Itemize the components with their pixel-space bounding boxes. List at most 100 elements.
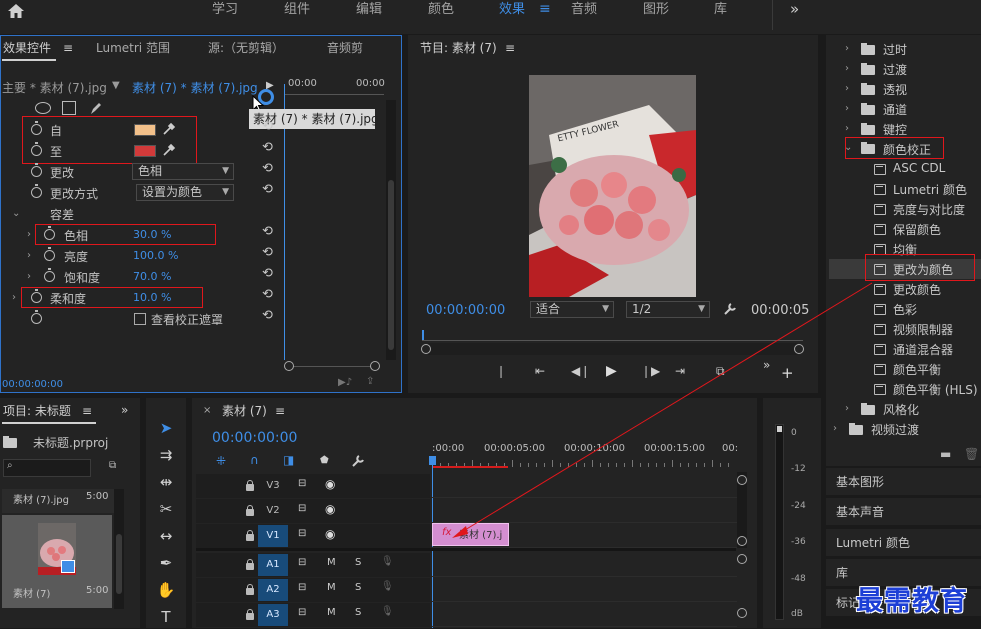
eyedropper-icon[interactable] xyxy=(162,143,176,157)
chevron-down-icon[interactable]: ▼ xyxy=(112,80,120,91)
microphone-icon[interactable]: 🎙 xyxy=(381,581,394,592)
pen-mask-icon[interactable] xyxy=(88,100,104,116)
zoom-handle[interactable] xyxy=(284,361,294,371)
brightness-value[interactable]: 100.0 % xyxy=(133,249,178,262)
reset-icon[interactable]: ⟲ xyxy=(262,224,273,239)
sync-lock-icon[interactable]: ⊟ xyxy=(298,607,306,618)
saturation-value[interactable]: 70.0 % xyxy=(133,270,171,283)
softness-value[interactable]: 10.0 % xyxy=(133,291,171,304)
expand-chevron-icon[interactable]: › xyxy=(833,423,837,434)
program-scrub-track[interactable] xyxy=(422,340,803,341)
stopwatch-icon[interactable] xyxy=(44,247,55,261)
tree-effect-9[interactable]: 通道混合器 xyxy=(893,341,953,358)
scroll-handle[interactable] xyxy=(737,554,747,564)
tree-effect-6[interactable]: 更改颜色 xyxy=(893,281,941,298)
program-playhead[interactable] xyxy=(422,330,424,340)
eyedropper-icon[interactable] xyxy=(162,122,176,136)
tab-source[interactable]: 源:（无剪辑） xyxy=(208,36,284,60)
delete-icon[interactable]: 🗑 xyxy=(964,447,979,461)
tree-folder-2[interactable]: 透视 xyxy=(883,81,907,98)
tab-menu-icon[interactable]: ≡ xyxy=(539,0,551,34)
lock-icon[interactable] xyxy=(246,530,254,541)
track-target-A2[interactable]: A2 xyxy=(258,579,288,601)
stopwatch-icon[interactable] xyxy=(44,268,55,282)
stopwatch-icon[interactable] xyxy=(31,163,42,177)
more-panels-icon[interactable]: » xyxy=(121,398,128,422)
mute-button[interactable]: M xyxy=(327,582,336,593)
linked-selection-icon[interactable]: ◨ xyxy=(283,453,294,467)
tab-lumetri-scopes[interactable]: Lumetri 范围 xyxy=(96,36,170,60)
tab-audio[interactable]: 音频 xyxy=(571,0,597,34)
sync-lock-icon[interactable]: ⊟ xyxy=(298,478,306,489)
microphone-icon[interactable]: 🎙 xyxy=(381,606,394,617)
solo-button[interactable]: S xyxy=(355,557,361,568)
eye-icon[interactable]: ◉ xyxy=(325,527,335,541)
tree-folder-video-transitions[interactable]: 视频过渡 xyxy=(871,421,919,438)
pen-tool-icon[interactable]: ✒ xyxy=(152,551,180,575)
tab-editing[interactable]: 编辑 xyxy=(356,0,382,34)
lock-icon[interactable] xyxy=(246,584,254,595)
tree-effect-1[interactable]: Lumetri 颜色 xyxy=(893,181,967,198)
zoom-handle[interactable] xyxy=(421,344,431,354)
hue-value[interactable]: 30.0 % xyxy=(133,228,171,241)
mark-in-icon[interactable]: ❘ xyxy=(496,364,506,378)
fit-dropdown[interactable]: 适合 ▼ xyxy=(530,301,614,318)
eye-icon[interactable]: ◉ xyxy=(325,502,335,516)
expand-chevron-icon[interactable]: › xyxy=(845,123,849,134)
expand-chevron-icon[interactable]: › xyxy=(845,403,849,414)
eye-icon[interactable]: ◉ xyxy=(325,477,335,491)
lock-icon[interactable] xyxy=(246,609,254,620)
zoom-handle[interactable] xyxy=(370,361,380,371)
tree-folder-4[interactable]: 键控 xyxy=(883,121,907,138)
change-dropdown[interactable]: 色相 ▼ xyxy=(132,163,234,180)
timeline-timecode[interactable]: 00:00:00:00 xyxy=(212,430,297,446)
tree-effect-10[interactable]: 颜色平衡 xyxy=(893,361,941,378)
track-target-V1[interactable]: V1 xyxy=(258,525,288,547)
new-bin-icon[interactable]: ▬ xyxy=(940,447,951,461)
resolution-dropdown[interactable]: 1/2 ▼ xyxy=(626,301,710,318)
scroll-handle[interactable] xyxy=(737,475,747,485)
stopwatch-icon[interactable] xyxy=(31,310,42,324)
export-icon[interactable]: ⇪ xyxy=(366,376,374,387)
type-tool-icon[interactable]: T xyxy=(152,605,180,629)
tree-effect-8[interactable]: 视频限制器 xyxy=(893,321,953,338)
lock-icon[interactable] xyxy=(246,559,254,570)
go-to-in-icon[interactable]: ⇤ xyxy=(535,364,545,378)
solo-button[interactable]: S xyxy=(355,607,361,618)
panel-lumetri-color[interactable]: Lumetri 颜色 xyxy=(826,528,981,556)
mute-button[interactable]: M xyxy=(327,557,336,568)
tree-effect-2[interactable]: 亮度与对比度 xyxy=(893,201,965,218)
tab-graphics[interactable]: 图形 xyxy=(643,0,669,34)
track-target-V2[interactable]: V2 xyxy=(258,500,288,522)
close-icon[interactable]: × xyxy=(203,405,211,416)
play-icon[interactable]: ▶ xyxy=(606,363,617,379)
tab-audio-mixer[interactable]: 音频剪 xyxy=(327,36,363,60)
export-frame-icon[interactable]: ⧉ xyxy=(716,364,725,379)
tree-effect-0[interactable]: ASC CDL xyxy=(893,161,945,175)
new-bin-search-icon[interactable]: ⧉ xyxy=(109,460,116,471)
stopwatch-icon[interactable] xyxy=(31,142,42,156)
zoom-bar[interactable] xyxy=(285,366,375,367)
master-clip-label[interactable]: 主要 * 素材 (7).jpg xyxy=(2,79,107,96)
panel-essential-sound[interactable]: 基本声音 xyxy=(826,497,981,525)
change-method-dropdown[interactable]: 设置为颜色 ▼ xyxy=(136,184,234,201)
snap-icon[interactable]: ∩ xyxy=(250,453,259,467)
zoom-handle[interactable] xyxy=(794,344,804,354)
effect-controls-timecode[interactable]: 00:00:00:00 xyxy=(2,379,63,390)
track-target-V3[interactable]: V3 xyxy=(258,475,288,497)
project-title[interactable]: 项目: 未标题 xyxy=(3,399,71,423)
program-zoom-bar[interactable] xyxy=(428,343,798,355)
tree-folder-stylize[interactable]: 风格化 xyxy=(883,401,919,418)
reset-icon[interactable]: ⟲ xyxy=(262,161,273,176)
reset-icon[interactable]: ⟲ xyxy=(262,266,273,281)
mute-button[interactable]: M xyxy=(327,607,336,618)
from-color-swatch[interactable] xyxy=(134,124,156,136)
reset-icon[interactable]: ⟲ xyxy=(262,140,273,155)
panel-essential-graphics[interactable]: 基本图形 xyxy=(826,467,981,495)
nest-icon[interactable]: ⁜ xyxy=(216,454,226,468)
show-mask-checkbox[interactable] xyxy=(134,313,146,325)
ellipse-mask-icon[interactable] xyxy=(35,102,51,114)
lock-icon[interactable] xyxy=(246,480,254,491)
expand-chevron-icon[interactable]: › xyxy=(27,271,31,282)
track-target-A1[interactable]: A1 xyxy=(258,554,288,576)
